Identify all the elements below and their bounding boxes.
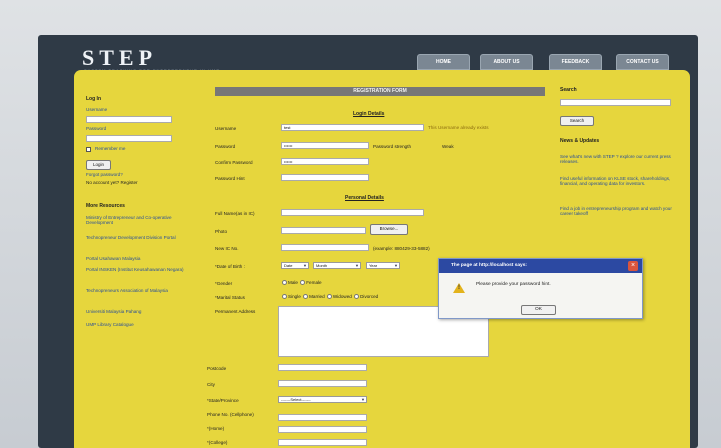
- college-phone-label: *(College): [207, 440, 228, 445]
- postcode-input[interactable]: [278, 364, 367, 371]
- remember-label: Remember me: [95, 146, 126, 151]
- nav-contact-us[interactable]: CONTACT US: [616, 54, 669, 70]
- gender-male-label: Male: [288, 280, 298, 285]
- news-title: News & Updates: [560, 138, 600, 144]
- password-hint-input[interactable]: [281, 174, 369, 181]
- gender-male-radio[interactable]: [282, 280, 287, 286]
- marital-status-label: *Marital Status: [215, 295, 245, 300]
- warning-icon: !: [453, 283, 465, 293]
- full-name-label: Full Name(as in IC): [215, 211, 255, 216]
- state-label: *State/Province: [207, 398, 239, 403]
- postcode-label: Postcode: [207, 366, 227, 371]
- new-ic-input[interactable]: [281, 244, 369, 251]
- marital-married-radio[interactable]: [303, 294, 309, 300]
- confirm-password-input[interactable]: ••••••: [281, 158, 369, 165]
- sidebar-username-input[interactable]: [86, 116, 172, 123]
- marital-widowed-radio[interactable]: [326, 294, 332, 300]
- marital-divorced-label: Divorced: [360, 294, 379, 299]
- dob-day-select[interactable]: Date: [281, 262, 309, 269]
- dialog-message: Please provide your password hint.: [476, 282, 551, 287]
- gender-female-label: Female: [306, 280, 322, 285]
- resource-link[interactable]: Technopreneurs Association of Malaysia: [86, 288, 196, 293]
- remember-checkbox[interactable]: [86, 147, 91, 152]
- gender-label: *Gender: [215, 281, 233, 286]
- nav-home[interactable]: HOME: [417, 54, 470, 70]
- resource-link[interactable]: Technopreneur Development Division Porta…: [86, 235, 196, 240]
- dob-year-select[interactable]: Year: [366, 262, 400, 269]
- city-input[interactable]: [278, 380, 367, 387]
- gender-options: Male Female: [281, 280, 322, 286]
- resource-link[interactable]: Ministry of Entrepreneur and Co-operativ…: [86, 215, 196, 225]
- resource-link[interactable]: Portal INSKEN (Institut Keusahawanan Neg…: [86, 267, 196, 272]
- login-title: Log In: [86, 96, 101, 102]
- nav-feedback[interactable]: FEEDBACK: [549, 54, 602, 70]
- resource-link[interactable]: Universiti Malaysia Pahang: [86, 309, 141, 314]
- password-strength-label: Password strength: [373, 144, 412, 149]
- date-of-birth-label: *Date of Birth :: [215, 264, 245, 269]
- sidebar-password-label: Password: [86, 126, 107, 131]
- username-label: Username: [215, 126, 237, 131]
- search-button[interactable]: Search: [560, 116, 594, 126]
- photo-label: Photo: [215, 229, 228, 234]
- close-icon[interactable]: ×: [628, 261, 638, 271]
- login-details-heading: Login Details: [353, 111, 385, 117]
- state-select[interactable]: -------Select-------: [278, 396, 367, 403]
- password-hint-label: Password Hint: [215, 176, 245, 181]
- photo-background: STEP SYSTEM TRACKING FOR ENTREPRENEUR IN…: [0, 0, 721, 448]
- password-strength-value: Weak: [442, 144, 454, 149]
- news-item[interactable]: Find useful information on KLSE stock, s…: [560, 176, 676, 186]
- forgot-password-link[interactable]: Forgot password?: [86, 172, 123, 177]
- news-item[interactable]: Find a job in entrepreneurship program a…: [560, 206, 676, 216]
- search-title: Search: [560, 87, 577, 93]
- phone-input[interactable]: [278, 414, 367, 421]
- registration-form-title: REGISTRATION FORM: [215, 87, 545, 96]
- sidebar-password-input[interactable]: [86, 135, 172, 142]
- new-ic-label: New IC No.: [215, 246, 239, 251]
- password-label: Password: [215, 144, 236, 149]
- marital-options: Single Married Widowed Divorced: [281, 294, 379, 300]
- marital-single-radio[interactable]: [282, 294, 287, 300]
- address-label: Permanent Address: [215, 309, 256, 314]
- home-phone-label: *(Home): [207, 426, 225, 431]
- username-exists-hint: This Username already exists: [428, 125, 489, 130]
- city-label: City: [207, 382, 215, 387]
- photo-input[interactable]: [281, 227, 366, 234]
- college-phone-input[interactable]: [278, 439, 367, 446]
- nav-about-us[interactable]: ABOUT US: [480, 54, 533, 70]
- confirm-password-label: Confirm Password: [215, 160, 253, 165]
- resource-link[interactable]: Portal Usahawan Malaysia: [86, 256, 140, 261]
- phone-label: Phone No. (Cellphone): [207, 412, 254, 417]
- marital-married-label: Married: [309, 294, 325, 299]
- home-phone-input[interactable]: [278, 426, 367, 433]
- dob-month-select[interactable]: Month: [313, 262, 361, 269]
- site-search-input[interactable]: [560, 99, 671, 106]
- gender-female-radio[interactable]: [300, 280, 306, 286]
- full-name-input[interactable]: [281, 209, 424, 216]
- marital-single-label: Single: [288, 294, 301, 299]
- password-input[interactable]: ••••••: [281, 142, 369, 149]
- marital-widowed-label: Widowed: [332, 294, 352, 299]
- new-ic-example: (example: 880429-33-5882): [373, 246, 430, 251]
- resources-title: More Resources: [86, 203, 125, 209]
- sidebar-login-button[interactable]: Login: [86, 160, 111, 170]
- dialog-title: The page at http://localhost says:: [439, 259, 642, 273]
- marital-divorced-radio[interactable]: [354, 294, 360, 300]
- alert-dialog: The page at http://localhost says: × ! P…: [438, 258, 643, 319]
- username-input[interactable]: test: [281, 124, 424, 131]
- sidebar-username-label: Username: [86, 107, 108, 112]
- dialog-ok-button[interactable]: OK: [521, 305, 556, 315]
- personal-details-heading: Personal Details: [345, 195, 384, 201]
- resource-link[interactable]: UMP Library Catalogue: [86, 322, 134, 327]
- register-link[interactable]: No account yet? Register: [86, 180, 138, 185]
- browse-button[interactable]: Browse...: [370, 224, 408, 235]
- news-item[interactable]: See what's new with STEP ? explore our c…: [560, 154, 676, 164]
